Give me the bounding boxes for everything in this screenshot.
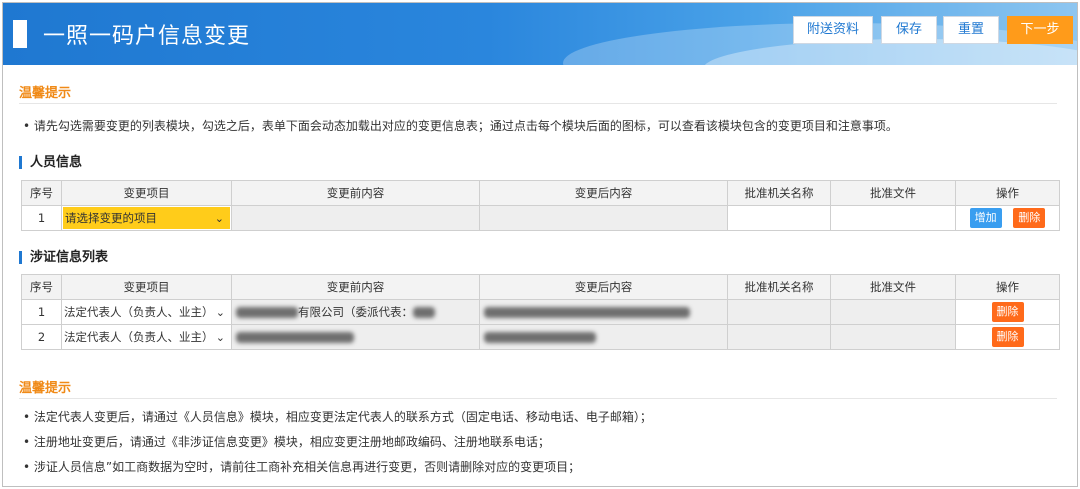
chevron-down-icon: ⌄ bbox=[215, 305, 225, 319]
column-header: 批准机关名称 bbox=[727, 180, 831, 206]
approval-authority-cell bbox=[727, 299, 831, 325]
change-item-select[interactable]: 法定代表人（负责人、业主） ⌄ bbox=[63, 326, 231, 348]
column-header: 变更后内容 bbox=[479, 274, 728, 300]
table-header-row: 序号 变更项目 变更前内容 变更后内容 批准机关名称 批准文件 操作 bbox=[21, 180, 1060, 206]
delete-button[interactable]: 删除 bbox=[1013, 208, 1046, 228]
change-item-select[interactable]: 法定代表人（负责人、业主） ⌄ bbox=[63, 301, 231, 323]
delete-button[interactable]: 删除 bbox=[991, 302, 1024, 322]
change-item-cell: 请选择变更的项目 ⌄ bbox=[61, 205, 232, 231]
column-header: 批准文件 bbox=[830, 180, 956, 206]
before-content-cell: 有限公司（委派代表： bbox=[231, 299, 480, 325]
column-header: 操作 bbox=[955, 180, 1060, 206]
row-index: 2 bbox=[21, 324, 62, 350]
change-item-cell: 法定代表人（负责人、业主） ⌄ bbox=[61, 324, 232, 350]
actions-cell: 删除 bbox=[955, 324, 1060, 350]
redacted-text bbox=[236, 306, 298, 318]
page-title: 一照一码户信息变更 bbox=[43, 24, 251, 49]
column-header: 变更项目 bbox=[61, 180, 232, 206]
delete-button[interactable]: 删除 bbox=[991, 327, 1024, 347]
table-header-row: 序号 变更项目 变更前内容 变更后内容 批准机关名称 批准文件 操作 bbox=[21, 274, 1060, 300]
after-content-cell bbox=[479, 299, 728, 325]
row-index: 1 bbox=[21, 205, 62, 231]
column-header: 变更前内容 bbox=[231, 180, 480, 206]
column-header: 序号 bbox=[21, 274, 62, 300]
redacted-text bbox=[236, 331, 354, 343]
column-header: 变更前内容 bbox=[231, 274, 480, 300]
select-value: 请选择变更的项目 bbox=[65, 211, 157, 225]
section-title-personnel: 人员信息 bbox=[19, 156, 82, 169]
redacted-text bbox=[484, 306, 690, 318]
reset-button[interactable]: 重置 bbox=[943, 16, 999, 44]
tips-title-bottom: 温馨提示 bbox=[19, 381, 72, 396]
table-row: 1 法定代表人（负责人、业主） ⌄ 有限公司（委派代表： 删除 bbox=[21, 299, 1060, 325]
approval-document-cell bbox=[830, 324, 956, 350]
before-content-text: 有限公司（委派代表： bbox=[298, 305, 413, 319]
after-content-cell bbox=[479, 324, 728, 350]
attach-documents-button[interactable]: 附送资料 bbox=[793, 16, 873, 44]
column-header: 批准机关名称 bbox=[727, 274, 831, 300]
tip-line: • 法定代表人变更后，请通过《人员信息》模块，相应变更法定代表人的联系方式（固定… bbox=[23, 410, 652, 424]
select-value: 法定代表人（负责人、业主） bbox=[64, 330, 214, 344]
divider bbox=[19, 398, 1057, 399]
table-row: 2 法定代表人（负责人、业主） ⌄ 删除 bbox=[21, 324, 1060, 350]
redacted-text bbox=[413, 306, 435, 318]
approval-authority-field[interactable] bbox=[727, 205, 831, 231]
tip-line: • 涉证人员信息”如工商数据为空时，请前往工商补充相关信息再进行变更，否则请删除… bbox=[23, 460, 581, 474]
row-index: 1 bbox=[21, 299, 62, 325]
before-content-field[interactable] bbox=[231, 205, 480, 231]
page-frame: 一照一码户信息变更 附送资料 保存 重置 下一步 温馨提示 • 请先勾选需要变更… bbox=[2, 2, 1078, 487]
change-item-cell: 法定代表人（负责人、业主） ⌄ bbox=[61, 299, 232, 325]
redacted-text bbox=[484, 331, 596, 343]
column-header: 操作 bbox=[955, 274, 1060, 300]
tips-title-top: 温馨提示 bbox=[19, 86, 72, 101]
chevron-down-icon: ⌄ bbox=[215, 330, 225, 344]
tip-line: • 注册地址变更后，请通过《非涉证信息变更》模块，相应变更注册地邮政编码、注册地… bbox=[23, 435, 550, 449]
chevron-down-icon: ⌄ bbox=[214, 211, 224, 225]
actions-cell: 增加 删除 bbox=[955, 205, 1060, 231]
section-title-license: 涉证信息列表 bbox=[19, 251, 108, 264]
approval-document-field[interactable] bbox=[830, 205, 956, 231]
license-table: 序号 变更项目 变更前内容 变更后内容 批准机关名称 批准文件 操作 1 法定代… bbox=[21, 274, 1060, 350]
before-content-cell bbox=[231, 324, 480, 350]
tip-line: • 请先勾选需要变更的列表模块，勾选之后，表单下面会动态加载出对应的变更信息表；… bbox=[23, 119, 898, 133]
actions-cell: 删除 bbox=[955, 299, 1060, 325]
after-content-field[interactable] bbox=[479, 205, 728, 231]
personnel-table: 序号 变更项目 变更前内容 变更后内容 批准机关名称 批准文件 操作 1 请选择… bbox=[21, 180, 1060, 231]
title-marker bbox=[13, 20, 27, 48]
save-button[interactable]: 保存 bbox=[881, 16, 937, 44]
divider bbox=[19, 103, 1057, 104]
column-header: 变更项目 bbox=[61, 274, 232, 300]
column-header: 变更后内容 bbox=[479, 180, 728, 206]
approval-authority-cell bbox=[727, 324, 831, 350]
add-button[interactable]: 增加 bbox=[969, 208, 1002, 228]
select-value: 法定代表人（负责人、业主） bbox=[64, 305, 214, 319]
approval-document-cell bbox=[830, 299, 956, 325]
header-banner: 一照一码户信息变更 附送资料 保存 重置 下一步 bbox=[3, 3, 1077, 65]
column-header: 批准文件 bbox=[830, 274, 956, 300]
change-item-select[interactable]: 请选择变更的项目 ⌄ bbox=[63, 207, 230, 229]
column-header: 序号 bbox=[21, 180, 62, 206]
table-row: 1 请选择变更的项目 ⌄ 增加 删除 bbox=[21, 205, 1060, 231]
next-step-button[interactable]: 下一步 bbox=[1007, 16, 1073, 44]
